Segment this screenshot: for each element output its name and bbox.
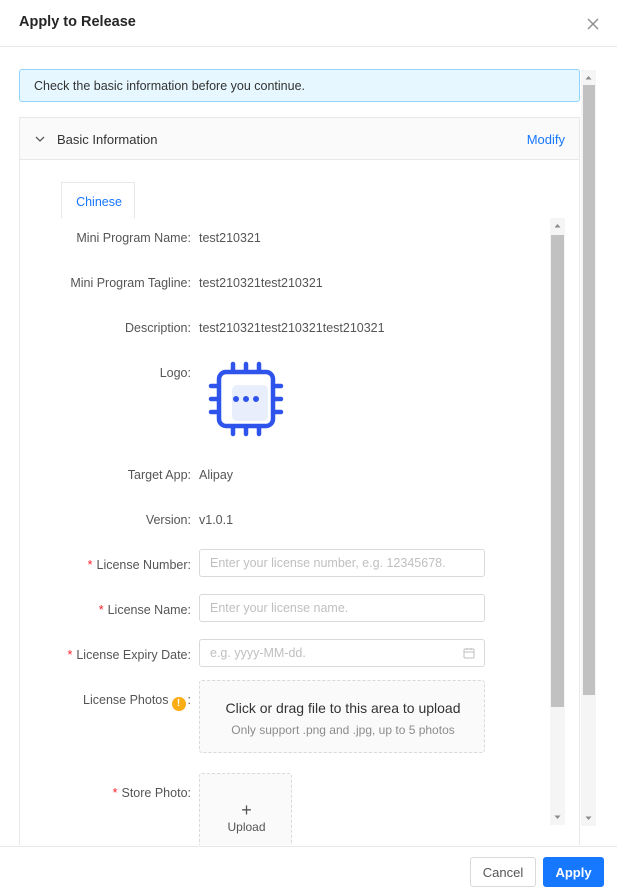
license-expiry-date-picker[interactable] — [199, 639, 485, 667]
license-name-label: * License Name: — [98, 603, 191, 617]
apply-button[interactable]: Apply — [543, 857, 604, 887]
scrollbar-thumb[interactable] — [551, 235, 564, 707]
chevron-down-icon[interactable] — [34, 133, 46, 145]
tab-chinese[interactable]: Chinese — [61, 182, 135, 219]
modal-footer: Cancel Apply — [0, 846, 617, 893]
upload-label: Upload — [227, 820, 266, 834]
license-number-input[interactable] — [199, 549, 485, 577]
card-header[interactable]: Basic Information Modify — [20, 118, 579, 160]
card-title: Basic Information — [57, 132, 158, 147]
scroll-up-arrow-icon[interactable] — [550, 218, 565, 233]
description-value: test210321test210321test210321 — [199, 321, 385, 335]
version-value: v1.0.1 — [199, 513, 234, 527]
scroll-down-arrow-icon[interactable] — [550, 810, 565, 825]
logo-label: Logo: — [159, 366, 191, 380]
license-photos-dropzone[interactable]: Click or drag file to this area to uploa… — [199, 680, 485, 753]
target-app-label: Target App: — [127, 468, 191, 482]
info-alert: Check the basic information before you c… — [19, 69, 580, 102]
modal-body: Check the basic information before you c… — [0, 48, 617, 845]
store-photo-upload-button[interactable]: + Upload — [199, 773, 292, 845]
required-mark: * — [87, 558, 93, 572]
description-label: Description: — [124, 321, 191, 335]
dropzone-hint: Only support .png and .jpg, up to 5 phot… — [231, 723, 455, 737]
scroll-down-arrow-icon[interactable] — [581, 811, 596, 826]
basic-info-card: Basic Information Modify Chinese Mini Pr… — [19, 117, 580, 845]
cancel-button[interactable]: Cancel — [470, 857, 536, 887]
close-icon[interactable] — [584, 15, 602, 33]
required-mark: * — [112, 786, 118, 800]
license-number-label: * License Number: — [87, 558, 191, 572]
tagline-value: test210321test210321 — [199, 276, 323, 290]
modal-title: Apply to Release — [19, 14, 136, 30]
scrollbar-thumb[interactable] — [583, 85, 595, 695]
store-photo-label: * Store Photo: — [112, 786, 191, 800]
mini-program-name-value: test210321 — [199, 231, 261, 245]
license-name-input[interactable] — [199, 594, 485, 622]
version-label: Version: — [145, 513, 191, 527]
modify-link[interactable]: Modify — [527, 132, 565, 147]
chip-logo-icon — [208, 361, 284, 437]
modal-scrollbar[interactable] — [581, 70, 596, 826]
required-mark: * — [67, 648, 73, 662]
scroll-up-arrow-icon[interactable] — [581, 70, 596, 85]
tagline-label: Mini Program Tagline: — [70, 276, 191, 290]
license-photos-label: License Photos!: — [83, 693, 191, 711]
tab-label: Chinese — [76, 195, 122, 209]
modal-header: Apply to Release — [0, 0, 617, 47]
form-scrollbar[interactable] — [550, 218, 565, 825]
info-icon[interactable]: ! — [171, 697, 186, 711]
calendar-icon[interactable] — [463, 647, 475, 659]
license-expiry-label: * License Expiry Date: — [67, 648, 191, 662]
dropzone-title: Click or drag file to this area to uploa… — [225, 700, 461, 716]
required-mark: * — [98, 603, 104, 617]
target-app-value: Alipay — [199, 468, 234, 482]
alert-text: Check the basic information before you c… — [34, 79, 305, 93]
plus-icon: + — [241, 800, 252, 820]
mini-program-name-label: Mini Program Name: — [76, 231, 191, 245]
